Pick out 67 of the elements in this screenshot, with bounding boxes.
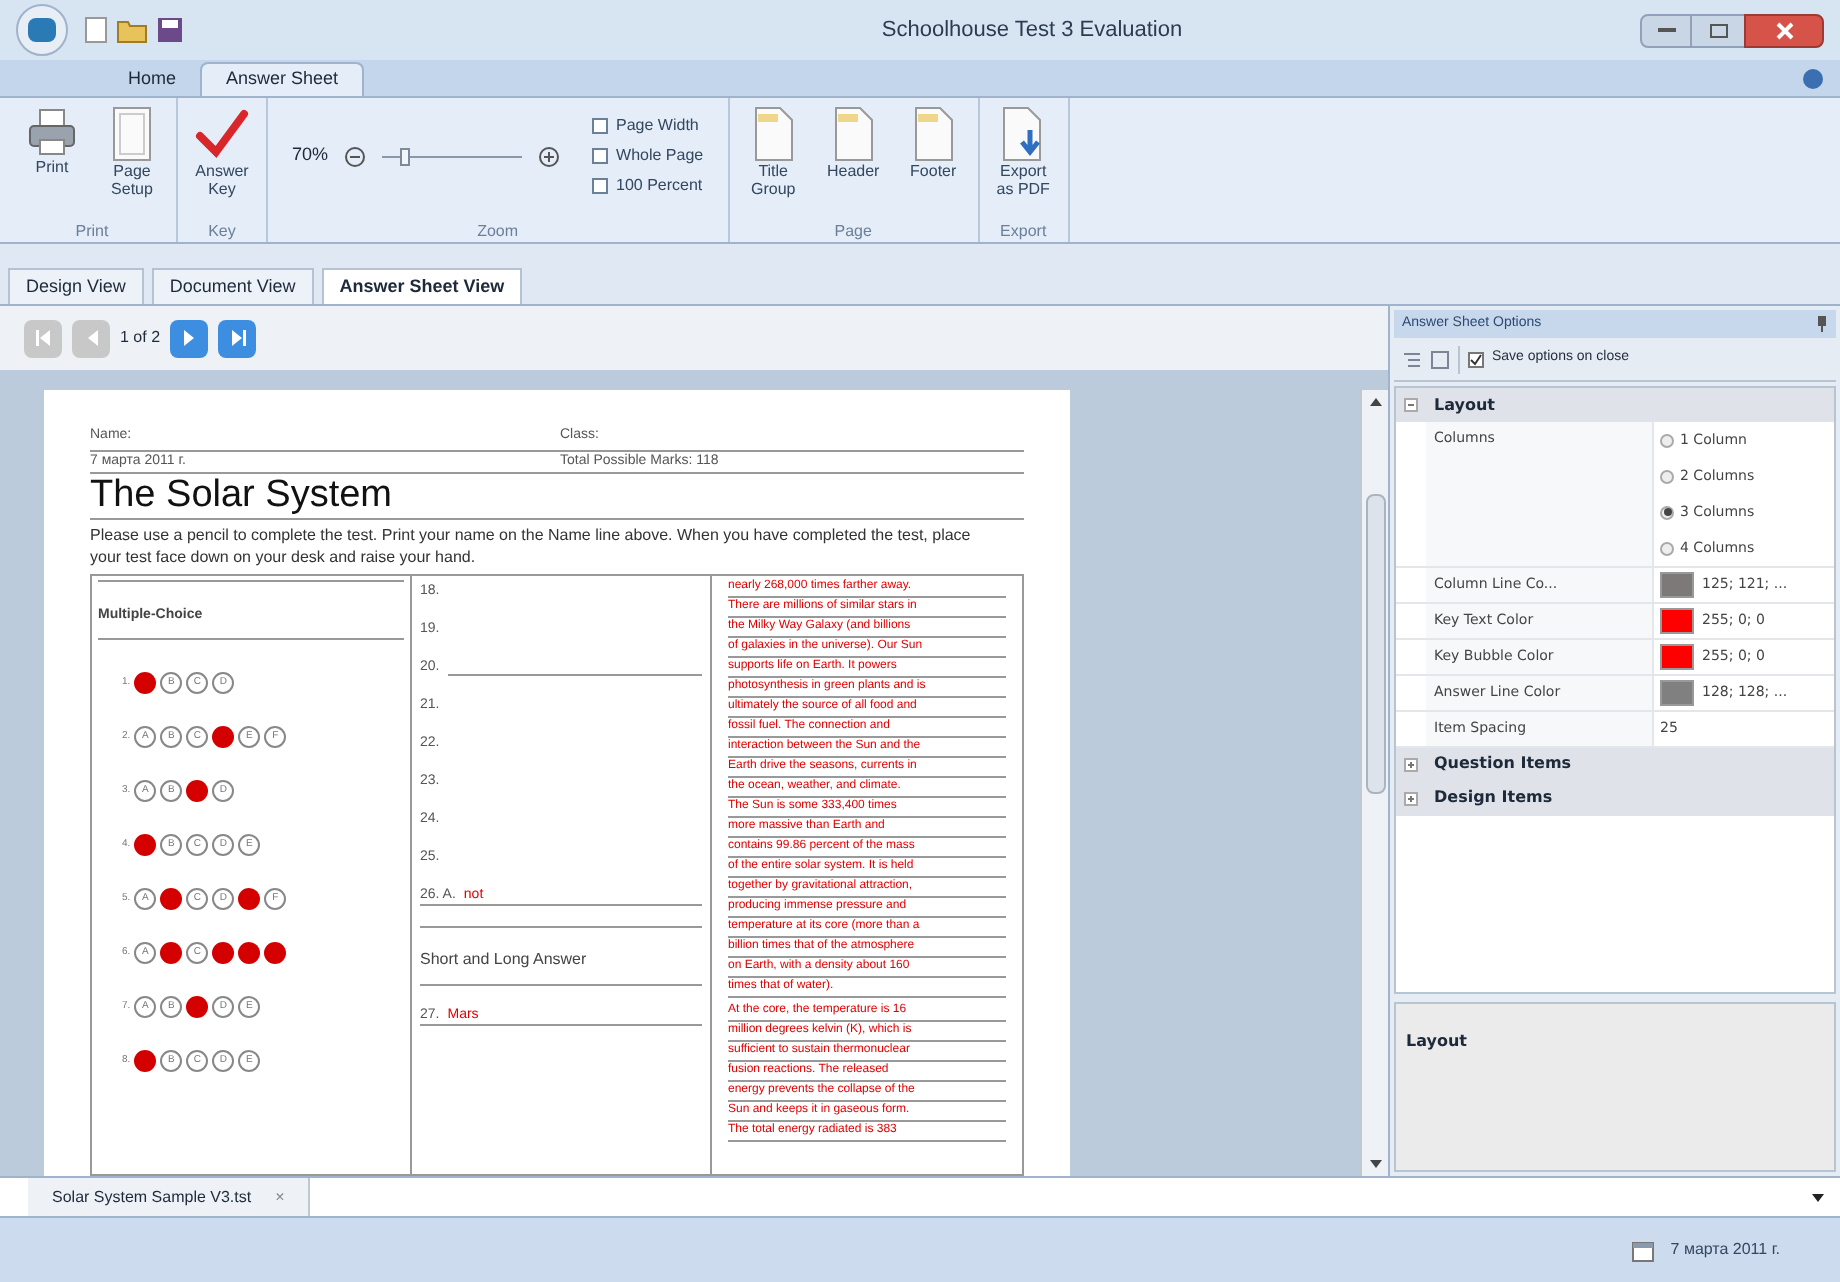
color-swatch[interactable] — [1660, 572, 1694, 598]
document-icon — [831, 106, 876, 162]
ribbon-button[interactable]: Footer — [897, 106, 970, 180]
save-icon[interactable] — [156, 16, 184, 44]
view-tab[interactable]: Document View — [151, 268, 314, 304]
document-tab[interactable]: Solar System Sample V3.tst × — [28, 1178, 311, 1216]
expand-icon — [1404, 757, 1418, 771]
ribbon-group-label: Export — [998, 220, 1049, 242]
zoom-slider-thumb[interactable] — [399, 147, 410, 165]
printer-icon — [26, 106, 78, 158]
help-icon[interactable] — [1802, 68, 1824, 90]
calendar-icon — [1632, 1239, 1655, 1261]
zoom-percent: 70% — [292, 142, 329, 169]
zoom-out-icon[interactable] — [344, 145, 367, 167]
ribbon-group-label: Page — [832, 220, 874, 242]
sheet-title: The Solar System — [90, 474, 1024, 520]
property-category[interactable]: Design Items — [1396, 781, 1834, 815]
last-page-button[interactable] — [218, 319, 257, 357]
description-title: Layout — [1406, 1032, 1467, 1050]
color-swatch[interactable] — [1660, 608, 1694, 634]
view-tab[interactable]: Answer Sheet View — [321, 268, 523, 304]
zoom-in-icon[interactable] — [538, 145, 561, 167]
checkmark-icon — [194, 106, 250, 162]
color-swatch[interactable] — [1660, 644, 1694, 670]
skip-arrow-icon — [31, 326, 55, 350]
zoom-slider[interactable] — [382, 146, 523, 166]
page-indicator: 1 of 2 — [120, 326, 161, 350]
pin-icon[interactable] — [1816, 316, 1828, 332]
minimize-button[interactable] — [1640, 13, 1692, 47]
new-document-icon[interactable] — [84, 16, 108, 44]
zoom-option-button[interactable]: Whole Page — [592, 144, 704, 168]
checkmark-icon — [1470, 353, 1482, 365]
ribbon-button[interactable]: Export as PDF — [987, 106, 1060, 198]
page-icon — [110, 106, 154, 162]
vertical-scrollbar[interactable] — [1360, 390, 1388, 1176]
document-icon — [751, 106, 796, 162]
next-page-button[interactable] — [170, 319, 209, 357]
ribbon-button[interactable]: Page Setup — [96, 106, 168, 198]
property-category[interactable]: Question Items — [1396, 747, 1834, 781]
application-menu-button[interactable] — [16, 4, 68, 56]
instructions-text: Please use a pencil to complete the test. Print your name on the Name line above. When you have completed the test, place your test face down on your desk and raise your hand. — [90, 524, 973, 568]
ribbon-group-label: Print — [73, 220, 111, 242]
collapse-icon — [1404, 398, 1418, 412]
alphabetical-icon[interactable] — [1430, 349, 1450, 369]
ribbon-button[interactable]: Print — [16, 106, 88, 176]
expand-icon — [1404, 791, 1418, 805]
categorized-icon[interactable] — [1402, 349, 1422, 369]
window-title: Schoolhouse Test 3 Evaluation — [881, 15, 1183, 46]
ribbon-button[interactable]: Header — [817, 106, 890, 180]
view-tab[interactable]: Design View — [8, 268, 144, 304]
ribbon-group-label: Key — [206, 220, 238, 242]
close-button[interactable] — [1744, 13, 1824, 47]
property-category[interactable]: Layout — [1396, 388, 1834, 422]
ribbon-button[interactable]: Title Group — [737, 106, 810, 198]
ribbon-group-label: Zoom — [475, 220, 521, 242]
zoom-option-button[interactable]: Page Width — [592, 114, 704, 138]
ribbon-tab[interactable]: Home — [104, 62, 201, 96]
section-heading: Short and Long Answer — [420, 950, 587, 968]
status-date: 7 марта 2011 г. — [1670, 1238, 1780, 1262]
color-swatch[interactable] — [1660, 680, 1694, 706]
zoom-option-button[interactable]: 100 Percent — [592, 174, 704, 198]
ribbon-button[interactable]: Answer Key — [186, 106, 258, 198]
ribbon-tab[interactable]: Answer Sheet — [200, 62, 365, 96]
close-icon — [1775, 21, 1793, 39]
open-folder-icon[interactable] — [116, 16, 148, 44]
maximize-button[interactable] — [1692, 13, 1744, 47]
document-icon — [911, 106, 956, 162]
